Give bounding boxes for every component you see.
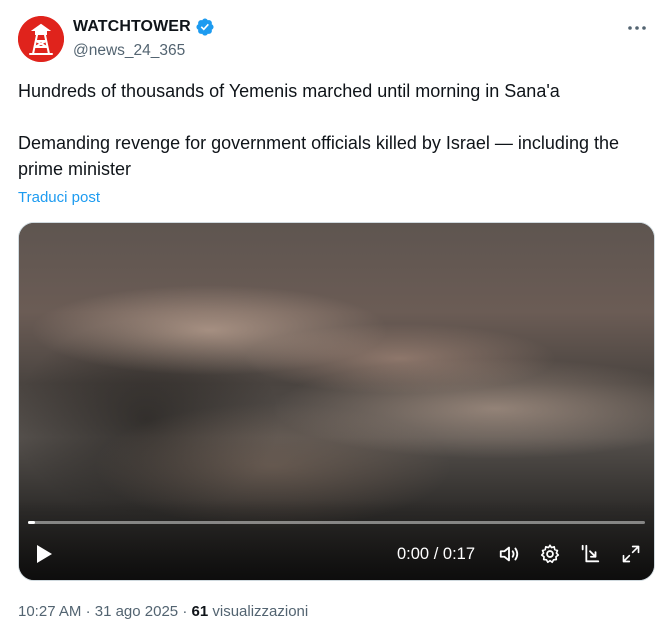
post-text-line-2: Demanding revenge for government officia… [18,133,619,179]
more-options-icon[interactable] [623,14,651,42]
post-time[interactable]: 10:27 AM [18,603,81,620]
avatar[interactable] [18,16,64,62]
volume-icon [499,546,519,562]
video-controls-overlay [19,500,654,580]
fullscreen-icon [622,545,640,563]
video-duration: 0:17 [442,544,476,563]
post-text-line-1: Hundreds of thousands of Yemenis marched… [18,81,560,101]
play-button[interactable] [33,541,55,567]
video-time-separator: / [433,544,439,563]
author-display-name[interactable]: WATCHTOWER [73,18,191,36]
video-progress-fill [28,521,36,524]
settings-button[interactable] [538,541,562,567]
meta-separator: · [85,603,91,620]
dock-button[interactable] [578,541,602,567]
translate-post-link[interactable]: Traduci post [18,189,100,206]
post-date[interactable]: 31 ago 2025 [95,603,178,620]
dock-icon [581,544,600,563]
verified-badge-icon[interactable] [195,17,215,37]
video-time-display: 0:00 / 0:17 [397,541,475,567]
views-label: visualizzazioni [212,603,309,620]
video-current-time: 0:00 [397,544,430,563]
play-icon [37,545,52,563]
fullscreen-button[interactable] [619,541,643,567]
post-card: WATCHTOWER @news_24_365 Hundreds of thou… [0,0,669,642]
video-progress-bar[interactable] [28,521,645,524]
watchtower-logo-icon [18,16,64,62]
post-text: Hundreds of thousands of Yemenis marched… [18,78,654,182]
meta-separator: · [182,603,188,620]
settings-icon [540,544,560,564]
post-meta: 10:27 AM · 31 ago 2025 · 61 visualizzazi… [18,603,308,620]
views-count: 61 [191,603,209,620]
video-player[interactable]: 0:00 / 0:17 [18,222,655,581]
author-name-row: WATCHTOWER [73,17,215,37]
author-handle[interactable]: @news_24_365 [73,42,185,60]
volume-button[interactable] [497,541,521,567]
